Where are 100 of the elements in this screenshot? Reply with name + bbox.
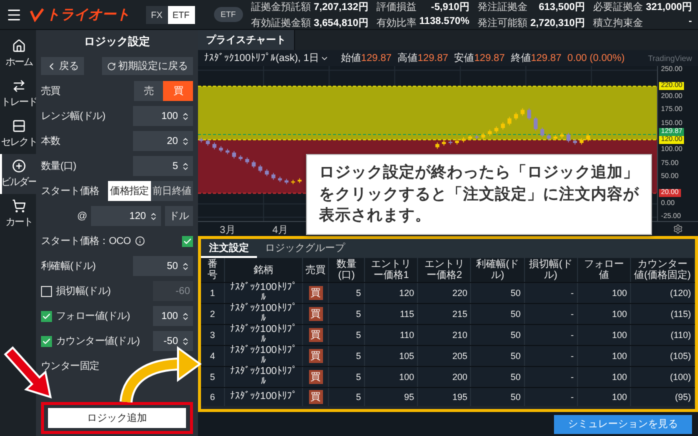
- arrows-icon: [12, 79, 26, 93]
- cart-icon: [12, 199, 26, 213]
- symbol-selector[interactable]: ﾅｽﾀﾞｯｸ100ﾄﾘﾌﾟﾙ(ask), 1日: [204, 51, 330, 65]
- candlestick: [448, 140, 452, 145]
- checkbox[interactable]: [41, 336, 52, 346]
- rotate-icon: [107, 62, 116, 70]
- candlestick: [291, 180, 296, 184]
- table-cell: -: [570, 351, 574, 361]
- table-cell: 5: [356, 288, 361, 298]
- table-cell: (115): [670, 309, 691, 319]
- table-cell: 95: [404, 392, 414, 402]
- market-badge: ETF: [214, 7, 243, 22]
- table-cell: -: [570, 392, 574, 402]
- number-field[interactable]: 50: [133, 256, 193, 276]
- buy-badge: 買: [308, 328, 322, 342]
- account-value: -5,910円: [430, 0, 470, 14]
- spinner-icon[interactable]: [181, 136, 190, 146]
- menu-icon[interactable]: [6, 6, 22, 22]
- home-icon: [12, 39, 26, 53]
- field-label: 利確幅(ドル): [41, 260, 96, 273]
- back-button[interactable]: 戻る: [41, 57, 84, 75]
- account-value: 2,720,310円: [530, 16, 585, 30]
- time-tick: 3月: [220, 224, 236, 237]
- number-field[interactable]: 5: [133, 156, 193, 176]
- spinner-icon[interactable]: [181, 162, 190, 170]
- table-cell: 3: [210, 330, 215, 340]
- field-label: ウンター固定: [41, 360, 100, 373]
- checkbox[interactable]: [41, 310, 52, 322]
- checkmark-logo-icon: [30, 8, 44, 22]
- segment-button[interactable]: 売: [134, 81, 164, 101]
- spinner-icon[interactable]: [181, 262, 190, 270]
- table-cell: 205: [452, 351, 468, 361]
- account-value: 7,207,132円: [314, 0, 368, 14]
- field-label: 本数: [41, 134, 60, 148]
- add-logic-button[interactable]: ロジック追加: [48, 408, 186, 428]
- nav-item[interactable]: トレード: [0, 74, 36, 114]
- ohlc-value: 終値129.87: [510, 52, 562, 65]
- buy-badge: 買: [308, 370, 322, 384]
- panel-tab[interactable]: ロジックグループ: [257, 239, 353, 258]
- account-value: -: [688, 16, 692, 28]
- account-label: 有効比率: [376, 16, 416, 30]
- table-cell: 100: [612, 372, 627, 382]
- table-cell: -: [570, 309, 574, 319]
- table-cell: 5: [356, 372, 361, 382]
- table-cell: 210: [452, 330, 468, 340]
- nav-item[interactable]: セレクト: [0, 114, 36, 154]
- spinner-icon[interactable]: [181, 112, 190, 120]
- table-cell-text: ﾅｽﾀﾞｯｸ100ﾄﾘﾌﾟﾙ: [229, 304, 298, 324]
- table-cell: (110): [670, 330, 691, 340]
- account-label: 発注可能額: [477, 16, 528, 30]
- table-cell: 5: [210, 372, 215, 382]
- account-label: 積立拘束金: [592, 16, 643, 30]
- table-cell: 105: [399, 351, 414, 361]
- checkbox[interactable]: [182, 236, 193, 246]
- settings-icon[interactable]: [673, 224, 683, 234]
- market-tab[interactable]: ETF: [168, 6, 195, 24]
- segment-button[interactable]: 前日終値: [150, 181, 193, 201]
- table-cell-text: ﾅｽﾀﾞｯｸ100ﾄﾘﾌﾟﾙ: [229, 283, 298, 303]
- field-label: スタート価格：OCO: [41, 234, 131, 248]
- field-label: カウンター値(ドル): [56, 335, 140, 348]
- table-cell: 100: [612, 392, 627, 402]
- table-cell: 5: [356, 392, 361, 402]
- table-cell: 2: [210, 309, 215, 319]
- table-cell-text: ﾅｽﾀﾞｯｸ100ﾄﾘﾌﾟﾙ: [229, 367, 298, 387]
- table-cell: 100: [612, 309, 627, 319]
- account-value: 613,500円: [538, 0, 585, 14]
- field-label: 売買: [41, 84, 60, 98]
- table-cell: 120: [399, 288, 414, 298]
- nav-item[interactable]: ホーム: [0, 34, 36, 74]
- number-field[interactable]: -50: [153, 331, 193, 351]
- account-label: 評価損益: [376, 0, 416, 14]
- table-cell: 200: [452, 372, 468, 382]
- market-tab[interactable]: FX: [146, 6, 168, 24]
- reset-button[interactable]: 初期設定に戻る: [102, 57, 193, 75]
- number-field[interactable]: 100: [133, 106, 193, 126]
- table-cell: 115: [400, 309, 414, 319]
- buy-badge: 買: [308, 286, 322, 300]
- table-cell: 1: [210, 288, 215, 298]
- table-cell: 100: [612, 288, 627, 298]
- price-field[interactable]: 120: [91, 206, 161, 226]
- table-cell: (100): [670, 372, 691, 382]
- panel-title: ロジック設定: [83, 34, 151, 50]
- table-cell: 220: [452, 288, 468, 298]
- table-cell: 5: [356, 309, 361, 319]
- info-icon[interactable]: [134, 236, 145, 246]
- chart-tab[interactable]: プライスチャート: [198, 30, 295, 50]
- table-cell: (105): [670, 351, 691, 361]
- unit-label: ドル: [165, 206, 193, 226]
- account-value: 3,654,810円: [314, 16, 368, 30]
- spinner-icon[interactable]: [181, 336, 190, 346]
- spinner-icon[interactable]: [149, 212, 158, 220]
- number-field[interactable]: 100: [153, 306, 193, 326]
- number-field[interactable]: 20: [133, 131, 193, 151]
- nav-item[interactable]: カート: [0, 194, 36, 234]
- field-label: 数量(口): [41, 160, 76, 173]
- table-cell: 50: [510, 392, 521, 402]
- table-cell: 100: [399, 372, 414, 382]
- spinner-icon[interactable]: [181, 312, 190, 320]
- segment-button[interactable]: 価格指定: [108, 181, 151, 201]
- field-label: スタート価格: [41, 184, 100, 198]
